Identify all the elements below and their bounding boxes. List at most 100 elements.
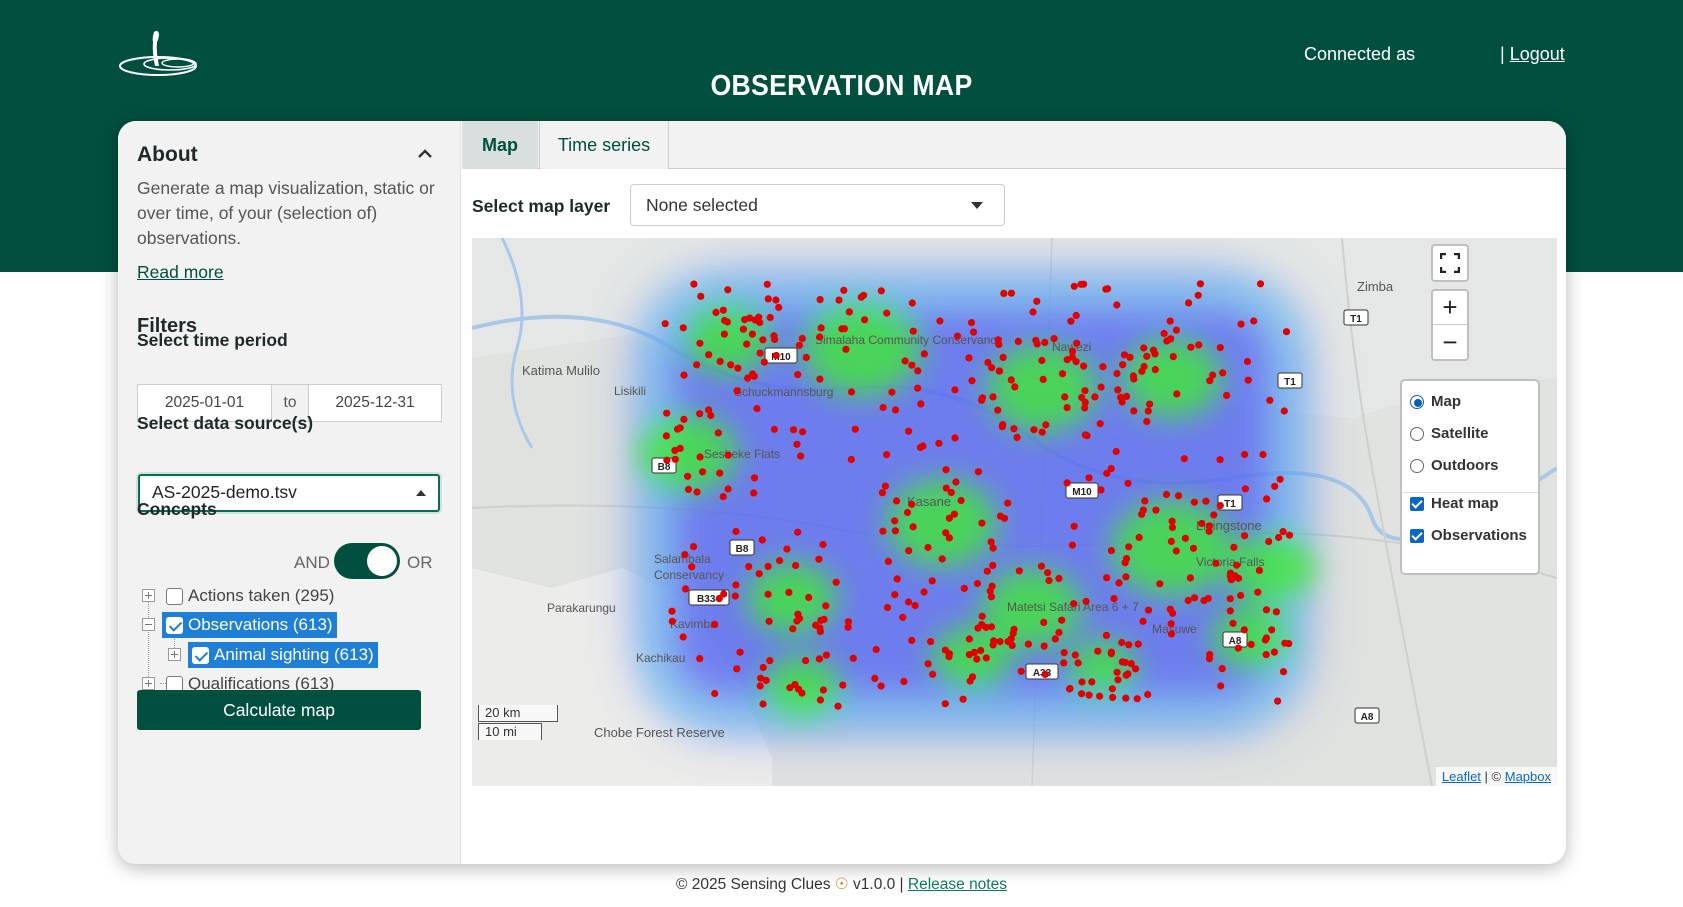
- observation-marker: [1130, 407, 1138, 415]
- observation-marker: [989, 393, 997, 401]
- observation-marker: [793, 617, 801, 625]
- expand-icon[interactable]: [142, 589, 155, 602]
- tab-time-series[interactable]: Time series: [539, 121, 669, 169]
- observation-marker: [759, 663, 767, 672]
- observation-marker: [1205, 522, 1213, 530]
- expand-icon[interactable]: [142, 677, 155, 690]
- observation-marker: [671, 446, 679, 454]
- place-label: Lisikili: [614, 384, 646, 398]
- observation-marker: [950, 510, 958, 518]
- observation-marker: [872, 645, 880, 654]
- observation-marker: [1234, 644, 1242, 652]
- observation-marker: [957, 496, 965, 505]
- observation-marker: [1124, 670, 1132, 678]
- observation-marker: [793, 440, 801, 448]
- observation-marker: [965, 651, 973, 659]
- observation-marker: [982, 654, 990, 662]
- map-view[interactable]: Zimba Katima Mulilo Lisikili Simalaha Commu…: [472, 238, 1557, 786]
- observation-marker: [891, 527, 899, 535]
- or-label: OR: [407, 553, 433, 572]
- overlay-observations[interactable]: Observations: [1410, 527, 1527, 544]
- leaflet-link[interactable]: Leaflet: [1442, 769, 1481, 784]
- mapbox-link[interactable]: Mapbox: [1505, 769, 1551, 784]
- observation-marker: [1060, 659, 1068, 667]
- layer-option-map[interactable]: Map: [1410, 393, 1461, 410]
- radio[interactable]: [1410, 458, 1424, 473]
- observation-marker: [942, 466, 950, 474]
- observation-marker: [909, 523, 917, 531]
- observation-marker: [816, 296, 824, 304]
- observation-marker: [994, 406, 1002, 414]
- zoom-out-button[interactable]: −: [1433, 325, 1467, 359]
- observation-marker: [661, 320, 669, 328]
- tab-map[interactable]: Map: [462, 121, 538, 169]
- fullscreen-button[interactable]: [1431, 244, 1469, 282]
- observation-marker: [1000, 514, 1009, 522]
- scale-km: 20 km: [478, 705, 558, 722]
- observation-marker: [1168, 523, 1177, 531]
- road-shield: M10: [764, 347, 798, 364]
- observation-marker: [732, 581, 740, 589]
- layer-label: Satellite: [1431, 425, 1489, 442]
- observation-marker: [668, 607, 676, 615]
- observation-marker: [711, 689, 719, 698]
- layer-divider: [1402, 492, 1538, 493]
- observation-marker: [840, 325, 848, 333]
- observation-marker: [1261, 636, 1269, 644]
- checkbox-checked[interactable]: [166, 616, 183, 634]
- checkbox-checked[interactable]: [192, 646, 209, 664]
- chevron-up-icon[interactable]: [414, 143, 436, 165]
- observation-marker: [974, 468, 982, 476]
- observation-marker: [1113, 369, 1121, 378]
- observation-marker: [1149, 346, 1158, 354]
- and-or-toggle[interactable]: [334, 543, 400, 579]
- radio[interactable]: [1410, 426, 1424, 441]
- layer-option-outdoors[interactable]: Outdoors: [1410, 457, 1499, 474]
- radio-selected[interactable]: [1410, 394, 1424, 409]
- observation-marker: [978, 394, 986, 402]
- observation-marker: [1110, 595, 1118, 603]
- observation-marker: [891, 406, 900, 414]
- expand-icon[interactable]: [168, 648, 181, 661]
- observation-marker: [842, 345, 850, 353]
- map-canvas[interactable]: ZimbaKatima MuliloLisikiliSimalaha Commu…: [472, 238, 1557, 786]
- layer-option-satellite[interactable]: Satellite: [1410, 425, 1489, 442]
- main-card: About Generate a map visualization, stat…: [118, 121, 1566, 864]
- checkbox[interactable]: [166, 587, 183, 605]
- observation-marker: [1140, 344, 1148, 352]
- concept-node-animal-sighting[interactable]: Animal sighting (613): [188, 642, 378, 668]
- checkbox-checked[interactable]: [1410, 528, 1424, 543]
- logout-link[interactable]: Logout: [1510, 44, 1565, 64]
- observation-marker: [798, 334, 806, 343]
- observation-marker: [877, 682, 885, 690]
- release-notes-link[interactable]: Release notes: [908, 876, 1007, 893]
- observation-marker: [1118, 658, 1126, 666]
- observation-marker: [1271, 482, 1279, 490]
- observation-marker: [1014, 337, 1022, 345]
- observation-marker: [909, 327, 917, 335]
- zoom-in-button[interactable]: +: [1433, 291, 1467, 325]
- observation-marker: [1168, 517, 1176, 525]
- checkbox-checked[interactable]: [1410, 496, 1424, 511]
- overlay-heat-map[interactable]: Heat map: [1410, 495, 1499, 512]
- observation-marker: [1055, 628, 1063, 636]
- observation-marker: [973, 579, 981, 588]
- date-to-input[interactable]: 2025-12-31: [309, 385, 441, 421]
- overlay-label: Heat map: [1431, 495, 1499, 512]
- observation-marker: [1169, 609, 1177, 617]
- collapse-icon[interactable]: [142, 618, 155, 631]
- observation-marker: [1024, 640, 1032, 648]
- observation-marker: [697, 292, 705, 300]
- calculate-map-button[interactable]: Calculate map: [137, 690, 421, 730]
- map-layer-select[interactable]: None selected: [630, 184, 1005, 226]
- observation-marker: [696, 453, 704, 461]
- read-more-link[interactable]: Read more: [137, 262, 224, 283]
- fullscreen-icon: [1440, 253, 1460, 273]
- observation-marker: [847, 388, 856, 396]
- concept-node-actions[interactable]: Actions taken (295): [166, 583, 334, 609]
- svg-text:T1: T1: [1224, 499, 1236, 510]
- concept-node-observations[interactable]: Observations (613): [162, 612, 337, 638]
- observation-marker: [1186, 574, 1194, 582]
- observation-marker: [965, 635, 973, 643]
- observation-marker: [945, 653, 953, 661]
